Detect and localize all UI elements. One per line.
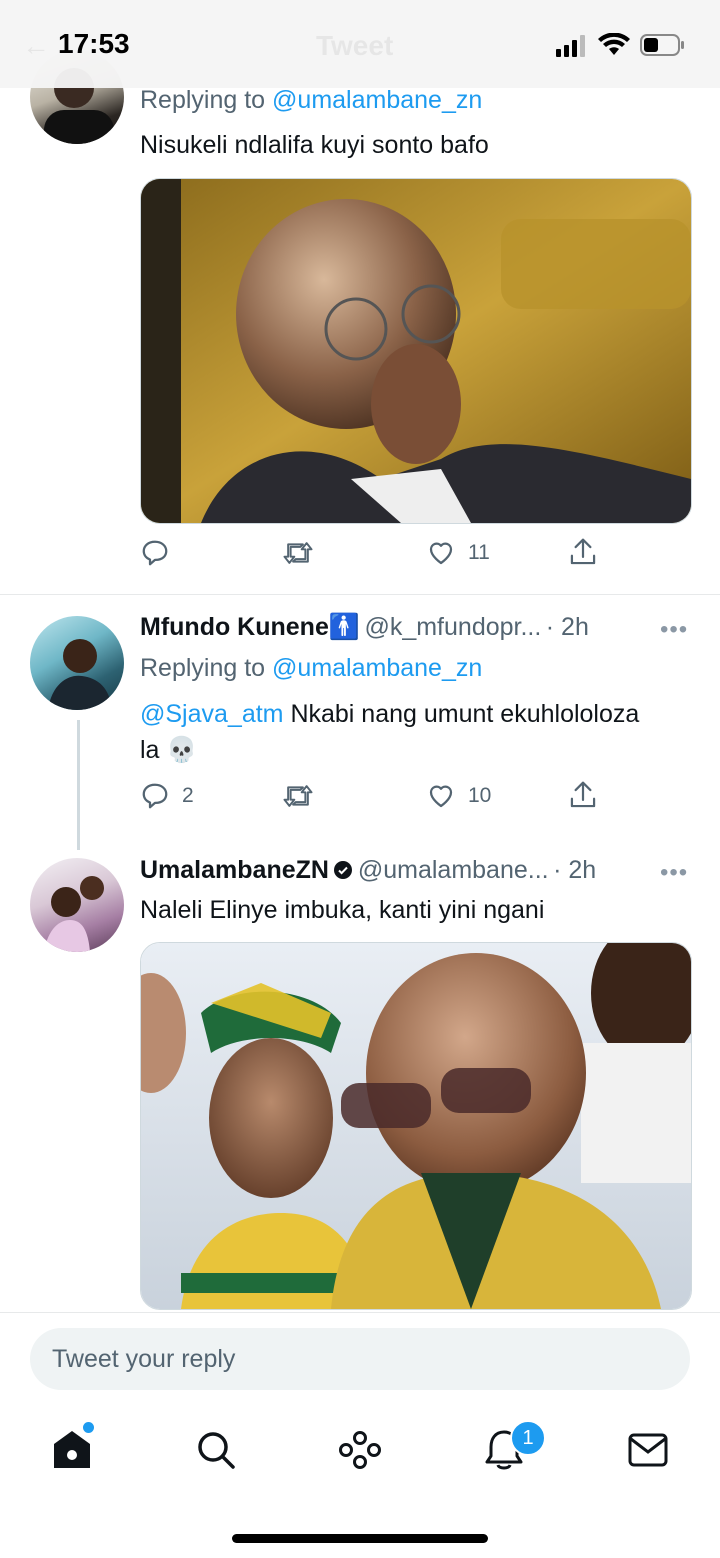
tweet-divider <box>0 594 720 595</box>
replying-to-line: Replying to @umalambane_zn <box>140 650 482 686</box>
reply-icon <box>142 540 168 566</box>
handle[interactable]: @umalambane... <box>358 856 549 884</box>
messages-icon[interactable] <box>628 1432 668 1468</box>
retweet-icon <box>283 785 313 807</box>
verified-badge-icon <box>334 861 353 879</box>
more-icon[interactable]: ••• <box>660 616 688 644</box>
tweet-image[interactable] <box>140 942 692 1310</box>
home-icon[interactable] <box>52 1428 92 1470</box>
replying-label: Replying to <box>140 654 273 682</box>
tweet-image[interactable] <box>140 178 692 524</box>
replying-to-link[interactable]: @umalambane_zn <box>272 654 482 682</box>
avatar[interactable] <box>30 858 124 952</box>
share-icon <box>570 538 596 565</box>
reply-placeholder: Tweet your reply <box>52 1345 236 1373</box>
retweet-button[interactable] <box>282 781 326 811</box>
like-button[interactable]: 10 <box>426 781 491 811</box>
avatar[interactable] <box>30 616 124 710</box>
wifi-icon <box>598 33 630 55</box>
share-icon <box>570 781 596 808</box>
tweet-text: Nisukeli ndlalifa kuyi sonto bafo <box>140 131 489 159</box>
like-count: 11 <box>468 541 490 564</box>
reply-button[interactable]: 2 <box>140 781 194 811</box>
battery-icon <box>640 34 684 56</box>
tweet-text-line2: la 💀 <box>140 736 198 764</box>
heart-icon <box>429 785 453 808</box>
more-icon[interactable]: ••• <box>660 859 688 887</box>
timestamp[interactable]: · 2h <box>553 856 596 884</box>
search-icon[interactable] <box>196 1430 236 1470</box>
reply-button[interactable] <box>140 538 182 568</box>
reply-count: 2 <box>182 784 194 807</box>
status-time: 17:53 <box>58 28 130 59</box>
like-count: 10 <box>468 784 492 807</box>
reply-input[interactable]: Tweet your reply <box>30 1328 690 1390</box>
thread-line <box>77 720 80 850</box>
tweet-header: UmalambaneZN @umalambane... · 2h <box>140 856 596 885</box>
home-unread-dot <box>83 1422 94 1433</box>
notification-badge: 1 <box>510 1420 546 1456</box>
mention-link[interactable]: @Sjava_atm <box>140 700 284 728</box>
tweet-text: @Sjava_atm Nkabi nang umunt ekuhlololoza… <box>140 696 700 768</box>
reply-icon <box>142 783 168 809</box>
heart-icon <box>429 542 453 565</box>
home-indicator <box>232 1534 488 1543</box>
back-arrow-icon[interactable]: ← <box>22 30 50 62</box>
emoji: 🚹 <box>328 613 360 641</box>
tweet-text-line1: Nkabi nang umunt ekuhlololoza <box>283 700 640 728</box>
status-bar: ← Tweet 17:53 <box>0 0 720 88</box>
timestamp[interactable]: · 2h <box>546 613 589 641</box>
share-button[interactable] <box>568 779 598 811</box>
retweet-button[interactable] <box>282 538 326 568</box>
display-name[interactable]: Mfundo Kunene <box>140 613 329 641</box>
like-button[interactable]: 11 <box>426 538 490 568</box>
display-name[interactable]: UmalambaneZN <box>140 856 329 884</box>
retweet-icon <box>283 542 313 564</box>
handle[interactable]: @k_mfundopr... <box>364 613 541 641</box>
replying-label: Replying to <box>140 86 273 114</box>
reply-area-divider <box>0 1312 720 1313</box>
tweet-header: Mfundo Kunene🚹 @k_mfundopr... · 2h <box>140 613 589 642</box>
header-title: Tweet <box>316 30 394 61</box>
signal-icon <box>556 35 585 57</box>
share-button[interactable] <box>568 536 598 568</box>
replying-to-link[interactable]: @umalambane_zn <box>272 86 482 114</box>
tweet-text: Naleli Elinye imbuka, kanti yini ngani <box>140 896 545 924</box>
spaces-icon[interactable] <box>338 1430 382 1470</box>
